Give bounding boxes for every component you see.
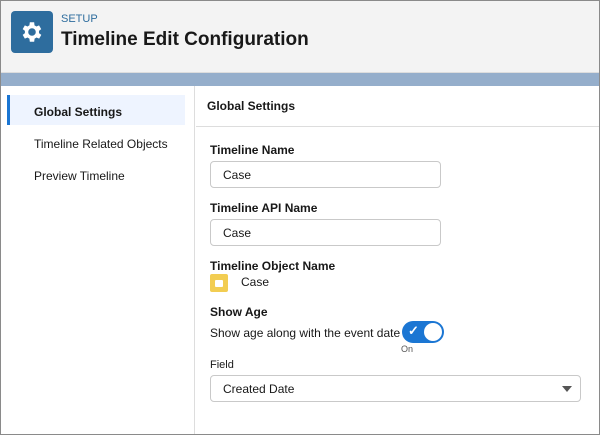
window: SETUP Timeline Edit Configuration Global…	[0, 0, 600, 435]
field-select-value: Created Date	[223, 382, 295, 396]
eyebrow-setup: SETUP	[61, 13, 98, 25]
sidebar-item-preview-timeline[interactable]: Preview Timeline	[7, 159, 185, 189]
sidebar: Global Settings Timeline Related Objects…	[1, 86, 195, 434]
case-icon	[210, 274, 228, 292]
sidebar-item-timeline-related-objects[interactable]: Timeline Related Objects	[7, 127, 185, 157]
show-age-description: Show age along with the event date	[210, 326, 401, 340]
show-age-toggle[interactable]: ✓	[402, 321, 444, 343]
section-title: Global Settings	[196, 86, 599, 127]
field-label: Field	[210, 359, 234, 371]
timeline-api-name-label: Timeline API Name	[210, 201, 318, 215]
timeline-object-name-value: Case	[241, 275, 270, 289]
field-select[interactable]: Created Date	[210, 375, 581, 402]
timeline-name-label: Timeline Name	[210, 143, 295, 157]
timeline-object-name-label: Timeline Object Name	[210, 259, 336, 273]
decorative-band	[1, 73, 599, 86]
timeline-name-input[interactable]: Case	[210, 161, 441, 188]
show-age-label: Show Age	[210, 305, 268, 319]
gear-icon	[11, 11, 53, 53]
page-title: Timeline Edit Configuration	[61, 29, 309, 50]
toggle-state-label: On	[401, 344, 414, 354]
page-header: SETUP Timeline Edit Configuration	[1, 1, 599, 73]
sidebar-item-global-settings[interactable]: Global Settings	[7, 95, 185, 125]
toggle-knob	[424, 323, 442, 341]
check-icon: ✓	[408, 323, 419, 338]
timeline-api-name-input[interactable]: Case	[210, 219, 441, 246]
chevron-down-icon	[562, 386, 572, 392]
main-panel: Global Settings Timeline Name Case Timel…	[196, 86, 599, 434]
